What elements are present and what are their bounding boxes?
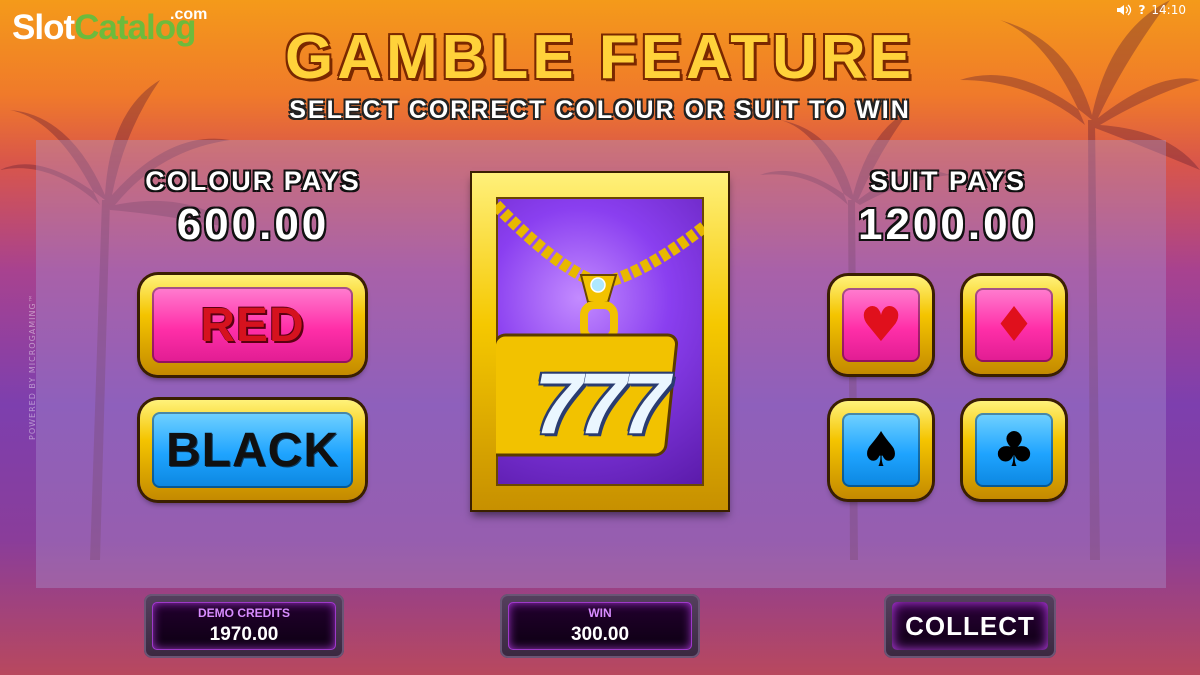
powered-by-text: POWERED BY MICROGAMING™ bbox=[28, 293, 37, 440]
page-subtitle: SELECT CORRECT COLOUR OR SUIT TO WIN bbox=[289, 96, 911, 124]
help-icon[interactable]: ? bbox=[1138, 3, 1145, 17]
clock-time: 14:10 bbox=[1151, 3, 1186, 17]
win-meter: WIN 300.00 bbox=[500, 594, 700, 658]
credits-meter: DEMO CREDITS 1970.00 bbox=[144, 594, 344, 658]
suit-pays-value: 1200.00 bbox=[857, 200, 1039, 249]
spades-icon: ♠ bbox=[859, 422, 903, 478]
credits-value: 1970.00 bbox=[209, 624, 279, 645]
collect-button-label: COLLECT bbox=[905, 610, 1035, 641]
page-title: GAMBLE FEATURE bbox=[284, 23, 916, 92]
colour-pays-label: COLOUR PAYS bbox=[145, 166, 361, 196]
hearts-button[interactable]: ♥ bbox=[830, 276, 932, 374]
status-bar: ? 14:10 bbox=[1116, 3, 1186, 17]
suit-pays-label: SUIT PAYS bbox=[869, 166, 1027, 196]
card-777-text: 777 bbox=[534, 356, 670, 452]
win-label: WIN bbox=[588, 606, 612, 620]
black-button[interactable]: BLACK bbox=[140, 400, 365, 500]
win-value: 300.00 bbox=[570, 624, 630, 645]
speaker-icon[interactable] bbox=[1116, 4, 1132, 16]
credits-label: DEMO CREDITS bbox=[197, 606, 290, 620]
colour-pays-value: 600.00 bbox=[176, 200, 330, 249]
clubs-button[interactable]: ♣ bbox=[963, 401, 1065, 499]
card-face: 777 bbox=[496, 197, 704, 486]
red-button-label: RED bbox=[200, 298, 305, 352]
clubs-icon: ♣ bbox=[992, 422, 1036, 478]
diamonds-button[interactable]: ♦ bbox=[963, 276, 1065, 374]
hearts-icon: ♥ bbox=[859, 297, 903, 353]
red-button[interactable]: RED bbox=[140, 275, 365, 375]
collect-button[interactable]: COLLECT bbox=[884, 594, 1056, 658]
diamonds-icon: ♦ bbox=[992, 297, 1036, 353]
black-button-label: BLACK bbox=[166, 423, 339, 477]
mystery-card: 777 bbox=[472, 173, 728, 510]
spades-button[interactable]: ♠ bbox=[830, 401, 932, 499]
